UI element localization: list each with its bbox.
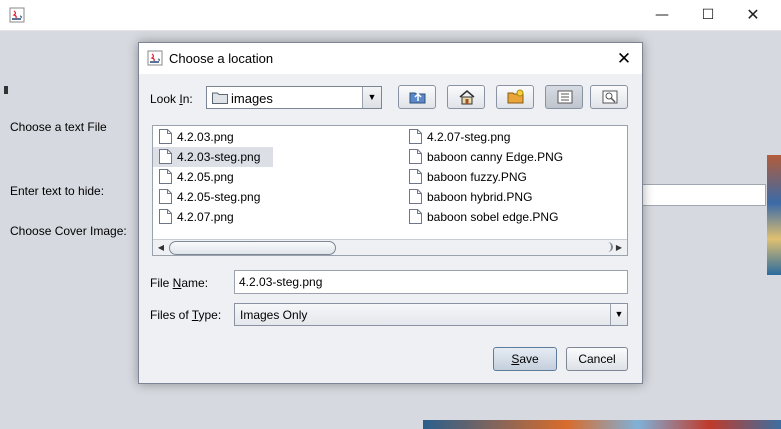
file-name-label: File Name: bbox=[150, 276, 209, 290]
list-view-button[interactable] bbox=[545, 85, 583, 109]
close-dialog-button[interactable]: ✕ bbox=[609, 46, 639, 72]
file-icon bbox=[159, 169, 172, 184]
cancel-button[interactable]: Cancel bbox=[566, 347, 628, 371]
file-list-item[interactable]: 4.2.05-steg.png bbox=[153, 187, 383, 207]
file-list[interactable]: 4.2.03.png 4.2.03-steg.png 4.2.05.png 4.2.0… bbox=[152, 125, 628, 256]
file-name: baboon hybrid.PNG bbox=[427, 190, 533, 204]
chevron-down-icon[interactable]: ▼ bbox=[362, 87, 381, 108]
list-view-icon bbox=[557, 90, 573, 104]
chevron-down-icon[interactable]: ▼ bbox=[610, 304, 627, 325]
new-folder-icon bbox=[507, 89, 524, 104]
home-icon bbox=[459, 90, 475, 105]
app-titlebar: — ☐ ✕ bbox=[0, 0, 781, 31]
files-of-type-combobox[interactable]: Images Only ▼ bbox=[234, 303, 628, 326]
dialog-title: Choose a location bbox=[169, 51, 274, 66]
files-of-type-value: Images Only bbox=[240, 308, 308, 322]
enter-text-label: Enter text to hide: bbox=[10, 184, 105, 198]
maximize-button[interactable]: ☐ bbox=[685, 0, 731, 30]
file-icon bbox=[159, 189, 172, 204]
file-name: baboon fuzzy.PNG bbox=[427, 170, 527, 184]
look-in-combobox[interactable]: images ▼ bbox=[206, 86, 382, 109]
file-icon bbox=[409, 149, 422, 164]
dialog-titlebar: Choose a location ✕ bbox=[139, 43, 642, 74]
file-icon bbox=[159, 129, 172, 144]
scroll-left-arrow[interactable]: ◀ bbox=[153, 240, 169, 255]
file-name: 4.2.05-steg.png bbox=[177, 190, 261, 204]
save-button[interactable]: Save bbox=[493, 347, 557, 371]
file-icon bbox=[409, 169, 422, 184]
minimize-button[interactable]: — bbox=[639, 0, 685, 30]
files-of-type-label: Files of Type: bbox=[150, 308, 222, 322]
file-list-item[interactable]: 4.2.03.png bbox=[153, 127, 383, 147]
file-list-item[interactable]: baboon canny Edge.PNG bbox=[403, 147, 623, 167]
file-list-item[interactable]: 4.2.03-steg.png bbox=[153, 147, 383, 167]
look-in-label: Look In: bbox=[150, 92, 193, 106]
file-list-item[interactable]: baboon sobel edge.PNG bbox=[403, 207, 623, 227]
new-folder-button[interactable] bbox=[496, 85, 534, 109]
clipped-element bbox=[4, 86, 8, 94]
folder-icon bbox=[212, 91, 228, 104]
details-view-button[interactable] bbox=[590, 85, 628, 109]
file-chooser-dialog: Choose a location ✕ Look In: images ▼ 4.… bbox=[138, 42, 643, 384]
scroll-right-arrow[interactable]: ▶ bbox=[611, 240, 627, 255]
file-name: baboon canny Edge.PNG bbox=[427, 150, 564, 164]
file-icon bbox=[409, 129, 422, 144]
file-name: 4.2.07-steg.png bbox=[427, 130, 511, 144]
file-icon bbox=[409, 209, 422, 224]
file-list-item[interactable]: 4.2.05.png bbox=[153, 167, 383, 187]
file-icon bbox=[159, 209, 172, 224]
hide-text-input[interactable] bbox=[636, 184, 766, 206]
file-icon bbox=[159, 149, 172, 164]
file-list-item[interactable]: 4.2.07.png bbox=[153, 207, 383, 227]
image-preview-strip bbox=[423, 420, 781, 429]
file-list-item[interactable]: baboon fuzzy.PNG bbox=[403, 167, 623, 187]
java-app-icon bbox=[9, 7, 25, 23]
file-name: 4.2.03-steg.png bbox=[177, 150, 261, 164]
file-name: 4.2.05.png bbox=[177, 170, 234, 184]
up-one-level-button[interactable] bbox=[398, 85, 436, 109]
cover-image-preview bbox=[767, 155, 781, 275]
home-button[interactable] bbox=[447, 85, 485, 109]
file-name: 4.2.03.png bbox=[177, 130, 234, 144]
close-window-button[interactable]: ✕ bbox=[730, 0, 776, 30]
file-name: baboon sobel edge.PNG bbox=[427, 210, 559, 224]
choose-cover-image-label: Choose Cover Image: bbox=[10, 224, 127, 238]
file-list-item[interactable]: 4.2.07-steg.png bbox=[403, 127, 623, 147]
file-icon bbox=[409, 189, 422, 204]
java-app-icon bbox=[147, 50, 163, 66]
file-list-item[interactable]: baboon hybrid.PNG bbox=[403, 187, 623, 207]
scrollbar-thumb[interactable] bbox=[169, 241, 336, 255]
details-view-icon bbox=[602, 90, 618, 104]
file-name-input[interactable] bbox=[234, 270, 628, 294]
choose-text-file-label: Choose a text File bbox=[10, 120, 107, 134]
look-in-value: images bbox=[231, 91, 273, 106]
horizontal-scrollbar[interactable]: ◀ ▶ bbox=[153, 239, 627, 255]
file-name: 4.2.07.png bbox=[177, 210, 234, 224]
up-one-level-icon bbox=[409, 92, 426, 104]
